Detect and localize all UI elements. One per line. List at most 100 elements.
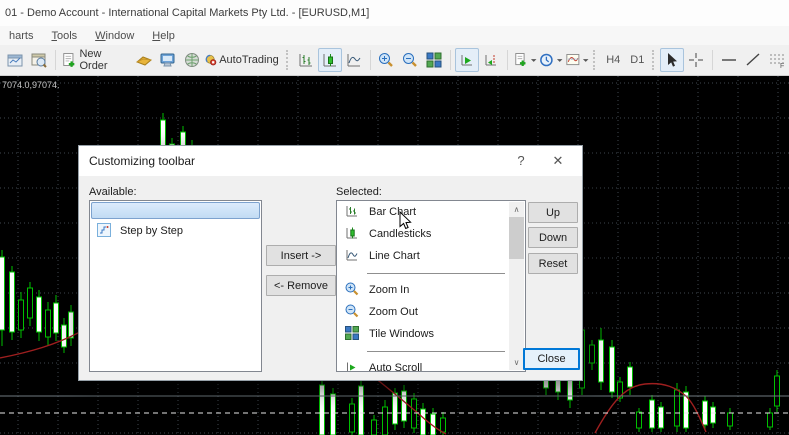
available-listbox[interactable]: Step by Step (89, 200, 262, 372)
experts-icon[interactable] (132, 48, 156, 72)
candle (610, 340, 615, 398)
trendline-tool-button[interactable] (741, 48, 765, 72)
bar-chart-button[interactable] (294, 48, 318, 72)
toolbar-separator (712, 50, 713, 70)
close-icon[interactable]: ✕ (542, 146, 574, 176)
menu-item-harts[interactable]: harts (0, 30, 42, 42)
auto-scroll-icon (344, 359, 360, 373)
scroll-up-icon[interactable]: ∧ (509, 202, 524, 217)
candlesticks-icon (344, 225, 360, 244)
remove-button[interactable]: <- Remove (266, 275, 336, 296)
timeframe-h4-button[interactable]: H4 (601, 54, 625, 66)
chevron-down-icon (582, 56, 589, 64)
candle (320, 378, 325, 435)
scrollbar[interactable]: ∧ ∨ (509, 202, 524, 370)
candlestick-chart-button[interactable] (318, 48, 342, 72)
scroll-down-icon[interactable]: ∨ (509, 355, 524, 370)
toolbar-grip (286, 50, 291, 70)
selected-item-candlesticks[interactable]: Candlesticks (337, 223, 509, 245)
profile-icon[interactable] (3, 48, 27, 72)
selected-item-tile-windows[interactable]: Tile Windows (337, 323, 509, 345)
list-item-label: Line Chart (369, 250, 420, 262)
toolbar-separator (55, 50, 56, 70)
zoom-in-button[interactable] (374, 48, 398, 72)
tile-windows-icon (344, 325, 360, 344)
candle (659, 402, 664, 432)
main-toolbar: New Order AutoTrading (0, 45, 789, 76)
insert-button[interactable]: Insert -> (266, 245, 336, 266)
toolbar-separator (370, 50, 371, 70)
candle (684, 386, 689, 432)
menu-item-window[interactable]: Window (86, 30, 143, 42)
candle (10, 266, 15, 340)
metaeditor-icon[interactable] (156, 48, 180, 72)
bar-chart-icon (344, 203, 360, 222)
list-item-label: Step by Step (120, 225, 183, 237)
down-button[interactable]: Down (528, 227, 578, 248)
autotrading-button[interactable]: AutoTrading (204, 48, 282, 72)
reset-button[interactable]: Reset (528, 253, 578, 274)
autotrading-label: AutoTrading (217, 54, 282, 66)
selected-item-zoom-in[interactable]: Zoom In (337, 279, 509, 301)
window-title: 01 - Demo Account - International Capita… (0, 0, 789, 26)
selected-listbox[interactable]: ∧ ∨ Bar ChartCandlesticks Line Chart Zoom … (336, 200, 526, 372)
tile-windows-button[interactable] (422, 48, 446, 72)
templates-dropdown[interactable] (564, 48, 590, 72)
help-icon[interactable]: ? (506, 146, 536, 176)
selected-item-line-chart[interactable]: Line Chart (337, 245, 509, 267)
list-item-label: Zoom In (369, 284, 409, 296)
menu-item-help[interactable]: Help (143, 30, 184, 42)
candle (775, 370, 780, 412)
menu-bar: hartsToolsWindowHelp (0, 26, 789, 45)
candle (350, 398, 355, 435)
new-order-label: New Order (77, 48, 131, 72)
auto-scroll-button[interactable] (455, 48, 479, 72)
chevron-down-icon (530, 56, 537, 64)
customize-toolbar-dialog: Customizing toolbar ? ✕ Available: Step … (78, 145, 583, 381)
toolbar-grip (593, 50, 598, 70)
list-item-label: Zoom Out (369, 306, 418, 318)
horizontal-line-tool-button[interactable] (717, 48, 741, 72)
list-separator (337, 345, 509, 357)
ohlc-info-text: 7074.0,97074. (2, 80, 60, 90)
line-chart-button[interactable] (342, 48, 366, 72)
new-order-button[interactable]: New Order (60, 48, 132, 72)
community-icon[interactable] (180, 48, 204, 72)
list-separator (337, 267, 509, 279)
cursor-tool-button[interactable] (660, 48, 684, 72)
toolbar-separator (507, 50, 508, 70)
available-label: Available: (89, 186, 137, 198)
candle (359, 380, 364, 435)
selected-item-auto-scroll[interactable]: Auto Scroll (337, 357, 509, 372)
toolbar-grip (652, 50, 657, 70)
line-chart-icon (344, 247, 360, 266)
scroll-thumb[interactable] (509, 217, 524, 259)
indicators-dropdown[interactable] (512, 48, 538, 72)
svg-text:F: F (780, 63, 784, 69)
fibonacci-tool-button[interactable]: F (765, 48, 789, 72)
list-item-label: Tile Windows (369, 328, 434, 340)
application-window: 01 - Demo Account - International Capita… (0, 0, 789, 435)
zoom-in-icon (344, 281, 360, 300)
mouse-cursor (399, 211, 413, 231)
crosshair-tool-button[interactable] (684, 48, 708, 72)
periods-dropdown[interactable] (538, 48, 564, 72)
selected-item-zoom-out[interactable]: Zoom Out (337, 301, 509, 323)
up-button[interactable]: Up (528, 202, 578, 223)
selected-item-bar-chart[interactable]: Bar Chart (337, 201, 509, 223)
timeframe-d1-button[interactable]: D1 (625, 54, 649, 66)
step-by-step-icon (97, 223, 111, 240)
candle (331, 388, 336, 435)
chevron-down-icon (556, 56, 563, 64)
available-item-step-by-step[interactable]: Step by Step (90, 220, 261, 242)
toolbar-separator (450, 50, 451, 70)
zoom-out-icon (344, 303, 360, 322)
chart-shift-button[interactable] (479, 48, 503, 72)
close-button[interactable]: Close (523, 348, 580, 370)
list-item-label: Auto Scroll (369, 362, 422, 372)
selected-empty-row[interactable] (91, 202, 260, 219)
menu-item-tools[interactable]: Tools (42, 30, 86, 42)
zoom-out-button[interactable] (398, 48, 422, 72)
data-window-icon[interactable] (27, 48, 51, 72)
selected-label: Selected: (336, 186, 382, 198)
